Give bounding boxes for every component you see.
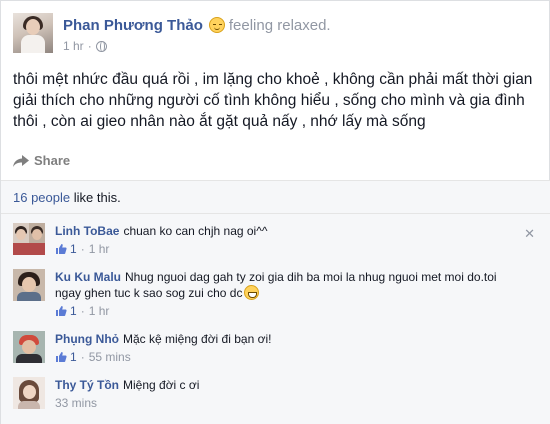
likes-summary: 16 people like this. [13,190,121,205]
meta-separator: · [80,242,85,256]
post-author-name[interactable]: Phan Phương Thảo [63,17,203,34]
share-button[interactable]: Share [13,153,70,168]
comment-author[interactable]: Phụng Nhỏ [55,332,119,346]
thumbs-up-icon[interactable] [55,243,67,255]
close-icon[interactable]: ✕ [524,227,535,240]
comment-meta: 1 · 1 hr [55,303,525,319]
post-card: Phan Phương Thảo feeling relaxed. 1 hr ·… [0,0,550,424]
comment-body: Thy Tý Tồn Miệng đời c ơi 33 mins [55,377,525,411]
commenter-avatar[interactable] [13,223,45,255]
comment-like-count[interactable]: 1 [70,349,77,365]
meta-separator: · [80,350,85,364]
comment-timestamp[interactable]: 1 hr [89,241,110,257]
comment-meta: 1 · 1 hr [55,241,525,257]
grin-emoji-icon [244,285,260,300]
post-author-avatar[interactable] [13,13,53,53]
commenter-avatar[interactable] [13,269,45,301]
comment-meta: 33 mins [55,395,525,411]
post-body-text: thôi mệt nhức đầu quá rồi , im lặng cho … [13,71,533,130]
comment-author[interactable]: Ku Ku Malu [55,270,121,284]
likes-count-link[interactable]: 16 people [13,190,70,205]
commenter-avatar[interactable] [13,377,45,409]
post-meta: 1 hr · [63,39,107,53]
comment-text: Mặc kệ miệng đời đi bạn ơi! [122,332,272,346]
comment-like-count[interactable]: 1 [70,241,77,257]
comment-body: Linh ToBae chuan ko can chjh nag oi^^ 1 ·… [55,223,525,257]
relaxed-emoji-icon [208,17,225,33]
comment-timestamp[interactable]: 33 mins [55,395,97,411]
likes-rest-text: like this. [70,190,121,205]
thumbs-up-icon[interactable] [55,351,67,363]
meta-separator: · [80,304,85,318]
comment-timestamp[interactable]: 55 mins [89,349,131,365]
comment-body: Ku Ku Malu Nhug nguoi dag gah ty zoi gia … [55,269,525,319]
thumbs-up-icon[interactable] [55,305,67,317]
comment-text: Nhug nguoi dag gah ty zoi gia dih ba moi… [55,270,497,300]
post-header: Phan Phương Thảo feeling relaxed. [63,14,331,36]
feeling-status: feeling relaxed. [228,16,331,34]
share-arrow-icon [13,154,29,167]
comment-text: chuan ko can chjh nag oi^^ [123,224,268,238]
comment-author[interactable]: Linh ToBae [55,224,119,238]
globe-icon[interactable] [95,40,107,52]
comment-body: Phụng Nhỏ Mặc kệ miệng đời đi bạn ơi! 1 ·… [55,331,525,365]
comment-author[interactable]: Thy Tý Tồn [55,378,119,392]
comment-text: Miệng đời c ơi [123,378,200,392]
comment-like-count[interactable]: 1 [70,303,77,319]
comment-timestamp[interactable]: 1 hr [89,303,110,319]
meta-separator: · [87,39,92,53]
share-label: Share [34,153,71,168]
post-timestamp[interactable]: 1 hr [63,39,84,53]
divider [1,213,550,214]
commenter-avatar[interactable] [13,331,45,363]
comment-meta: 1 · 55 mins [55,349,525,365]
